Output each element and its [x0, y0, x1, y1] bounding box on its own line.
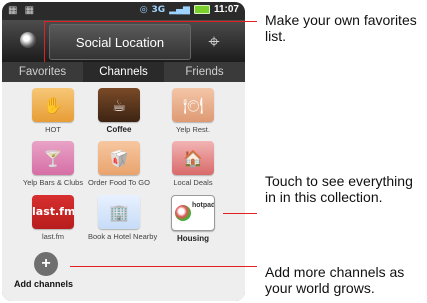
leader-line-favorites [44, 21, 257, 22]
status-left-icons: ▦ ▦ [8, 5, 37, 16]
callout-add: Add more channels as your world grows. [265, 264, 405, 296]
channel-label: Coffee [106, 125, 132, 134]
housing-logo-icon [175, 205, 191, 221]
signal-icon: ▂▄▆ [169, 4, 190, 15]
channel-coffee[interactable]: ☕ Coffee [88, 88, 150, 140]
tab-favorites[interactable]: Favorites [2, 62, 83, 82]
lastfm-logo: last.fm [32, 205, 74, 218]
page-title: Social Location [75, 34, 165, 50]
tab-friends[interactable]: Friends [164, 62, 245, 82]
location-icon: ◎ [139, 4, 148, 15]
channel-label: Yelp Rest. [176, 125, 210, 134]
channel-yelp-bars[interactable]: 🍸 Yelp Bars & Clubs [22, 141, 84, 193]
plus-icon: + [34, 252, 58, 276]
leader-line-collection [223, 213, 257, 214]
channel-yelp-rest[interactable]: 🍽 Yelp Rest. [162, 88, 224, 140]
takeout-icon: 🥡 [109, 148, 129, 168]
status-bar: ▦ ▦ ◎ 3G ▂▄▆ 11:07 [2, 2, 245, 20]
channel-label: Local Deals [173, 178, 213, 187]
channels-grid: ✋ HOT ☕ Coffee 🍽 Yelp Rest. 🍸 Yelp Bars … [2, 82, 245, 301]
channel-local-deals[interactable]: 🏠 Local Deals [162, 141, 224, 193]
plate-icon: 🍽 [182, 95, 204, 115]
channel-label: Order Food To GO [88, 178, 150, 187]
channel-book-hotel[interactable]: 🏢 Book a Hotel Nearby [88, 195, 158, 247]
channel-thumb: 🏢 [98, 195, 140, 229]
channel-thumb: 🍸 [32, 141, 74, 175]
channel-label: Housing [177, 234, 209, 243]
channel-label: HOT [45, 125, 61, 134]
status-right: ◎ 3G ▂▄▆ 11:07 [140, 4, 239, 15]
callout-favorites: Make your own favorites list. [265, 12, 417, 44]
phone-screen: ▦ ▦ ◎ 3G ▂▄▆ 11:07 Social Location ⌖ Fav… [2, 2, 245, 301]
channel-label: Book a Hotel Nearby [88, 232, 158, 241]
tab-channels[interactable]: Channels [83, 62, 164, 82]
channel-thumb: 🍽 [172, 88, 214, 122]
hotpads-logo: hotpads.com [192, 202, 215, 209]
hot-icon: ✋ [43, 95, 63, 115]
network-type: 3G [151, 4, 166, 15]
app-icon[interactable] [20, 32, 36, 48]
channel-thumb: ☕ [98, 88, 140, 122]
channel-label: last.fm [41, 232, 65, 241]
channel-hot[interactable]: ✋ HOT [22, 88, 84, 140]
locate-icon[interactable]: ⌖ [202, 29, 226, 53]
channel-housing[interactable]: hotpads.com Housing [162, 195, 224, 247]
channel-thumb: ✋ [32, 88, 74, 122]
clock: 11:07 [213, 4, 239, 15]
coffee-icon: ☕ [111, 95, 127, 115]
title-bar: Social Location ⌖ [2, 20, 245, 62]
channel-label: Yelp Bars & Clubs [22, 178, 84, 187]
building-icon: 🏢 [109, 202, 129, 222]
tab-bar: Favorites Channels Friends [2, 62, 245, 82]
channel-thumb: 🏠 [172, 141, 214, 175]
page-title-box[interactable]: Social Location [49, 24, 191, 60]
channel-lastfm[interactable]: last.fm last.fm [22, 195, 84, 247]
channel-thumb: hotpads.com [171, 195, 215, 231]
add-channels-button[interactable]: + Add channels [14, 252, 104, 297]
leader-line-favorites-vertical [44, 21, 45, 62]
leader-line-add [70, 266, 257, 267]
house-icon: 🏠 [183, 148, 203, 168]
channel-order-food[interactable]: 🥡 Order Food To GO [88, 141, 150, 193]
channel-thumb: 🥡 [98, 141, 140, 175]
battery-icon [193, 5, 210, 14]
add-channels-label: Add channels [14, 279, 74, 289]
channel-thumb: last.fm [32, 195, 74, 229]
cocktail-icon: 🍸 [43, 148, 63, 168]
callout-collection: Touch to see everything in in this colle… [265, 173, 413, 205]
